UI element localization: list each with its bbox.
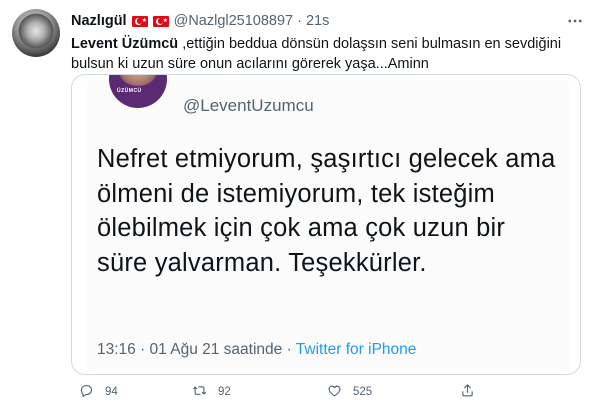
reply-count: 94 xyxy=(105,386,118,398)
share-button[interactable] xyxy=(460,380,475,404)
tweet-time[interactable]: 21s xyxy=(306,13,329,29)
action-bar: 94 92 525 xyxy=(71,380,581,404)
media-image[interactable]: ÜZÜMCÜ @LeventUzumcu Nefret etmiyorum, ş… xyxy=(71,74,581,375)
reply-icon xyxy=(79,383,94,401)
media-avatar: ÜZÜMCÜ xyxy=(109,75,167,108)
media-source: Twitter for iPhone xyxy=(295,341,417,358)
more-icon[interactable] xyxy=(566,12,584,30)
retweet-count: 92 xyxy=(218,386,231,398)
media-timestamp: 13:16 · 01 Ağu 21 saatinde · xyxy=(97,341,296,358)
screenshot-card: ÜZÜMCÜ @LeventUzumcu Nefret etmiyorum, ş… xyxy=(87,75,569,370)
author-handle[interactable]: @Nazlgl25108897 xyxy=(174,13,294,29)
media-handle: @LeventUzumcu xyxy=(183,96,314,115)
retweet-button[interactable]: 92 xyxy=(192,380,231,404)
tweet-text: Levent Üzümcü ,ettiğin beddua dönsün dol… xyxy=(71,34,581,74)
heart-icon xyxy=(327,383,342,401)
share-icon xyxy=(460,383,475,401)
tweet-header: Nazlıgül ★ ★ @Nazlgl25108897 · 21s xyxy=(71,11,329,31)
author-name[interactable]: Nazlıgül xyxy=(71,13,127,29)
turkey-flag-icon: ★ xyxy=(131,15,148,27)
media-quote: Nefret etmiyorum, şaşırtıcı gelecek ama … xyxy=(97,145,556,277)
retweet-icon xyxy=(192,383,207,401)
like-count: 525 xyxy=(353,386,373,398)
separator-dot: · xyxy=(297,13,302,29)
avatar[interactable] xyxy=(12,9,60,57)
turkey-flag-icon: ★ xyxy=(152,15,169,27)
like-button[interactable]: 525 xyxy=(327,380,372,404)
mention[interactable]: Levent Üzümcü xyxy=(71,36,178,52)
reply-button[interactable]: 94 xyxy=(79,380,118,404)
media-meta: 13:16 · 01 Ağu 21 saatinde · Twitter for… xyxy=(97,341,416,359)
tweet: Nazlıgül ★ ★ @Nazlgl25108897 · 21s Leven… xyxy=(0,0,595,413)
